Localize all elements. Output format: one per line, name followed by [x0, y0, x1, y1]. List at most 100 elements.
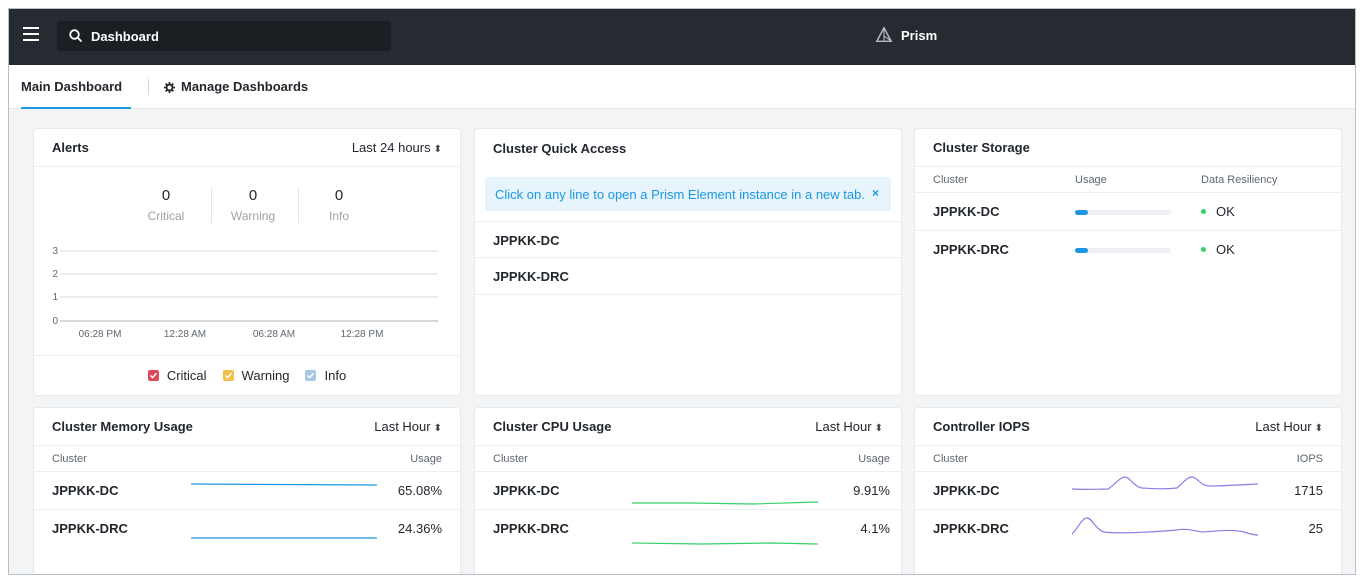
memory-header: Cluster Memory Usage Last Hour ⬍ [34, 408, 460, 446]
y-tick-label: 3 [52, 246, 58, 257]
storage-widget: Cluster Storage Cluster Usage Data Resil… [915, 129, 1341, 395]
tab-manage-label: Manage Dashboards [181, 79, 309, 94]
app-frame: Prism Main Dashboard Manage Dashboards A… [8, 8, 1356, 575]
resiliency-status: OK [1201, 231, 1235, 269]
iops-widget: Controller IOPS Last Hour ⬍ Cluster IOPS … [915, 408, 1341, 574]
table-row[interactable]: JPPKK-DC OK [915, 193, 1341, 231]
gear-icon [164, 82, 175, 93]
usage-value: 65.08% [397, 483, 442, 498]
cluster-link-row[interactable]: JPPKK-DC [475, 221, 901, 258]
column-header-cluster: Cluster [52, 453, 87, 465]
x-tick-label: 06:28 AM [253, 329, 295, 340]
dashboard-tabs: Main Dashboard Manage Dashboards [9, 65, 1355, 109]
tab-divider [148, 79, 149, 95]
tab-main-dashboard[interactable]: Main Dashboard [21, 65, 131, 109]
quick-access-widget: Cluster Quick Access Click on any line t… [475, 129, 901, 395]
storage-header: Cluster Storage [915, 129, 1341, 167]
tab-manage-dashboards[interactable]: Manage Dashboards [164, 65, 308, 109]
resiliency-status: OK [1201, 193, 1235, 231]
cpu-title: Cluster CPU Usage [493, 419, 612, 434]
sort-arrows-icon: ⬍ [874, 423, 883, 434]
usage-value: 9.91% [853, 483, 890, 498]
y-tick-label: 0 [52, 316, 58, 327]
alerts-widget: Alerts Last 24 hours ⬍ 0 Critical 0 Warni… [34, 129, 460, 395]
table-row[interactable]: JPPKK-DC 1715 [915, 472, 1341, 510]
alerts-range-label: Last 24 hours [351, 140, 431, 155]
cpu-header: Cluster CPU Usage Last Hour ⬍ [475, 408, 901, 446]
x-tick-label: 12:28 AM [164, 329, 206, 340]
top-bar: Prism [9, 9, 1355, 65]
usage-value: 24.36% [397, 521, 442, 536]
cpu-range-select[interactable]: Last Hour ⬍ [815, 419, 883, 434]
legend-critical[interactable]: Critical [147, 368, 207, 383]
cpu-widget: Cluster CPU Usage Last Hour ⬍ Cluster Usa… [475, 408, 901, 574]
cluster-name: JPPKK-DC [52, 483, 119, 498]
warning-count[interactable]: 0 Warning [213, 187, 293, 223]
iops-sparkline [1072, 517, 1258, 536]
sparkline-line [191, 483, 377, 486]
resiliency-status-label: OK [1216, 204, 1235, 219]
iops-value: 1715 [1294, 483, 1323, 498]
column-header-cluster: Cluster [493, 453, 528, 465]
iops-title: Controller IOPS [933, 419, 1030, 434]
y-tick-label: 1 [52, 292, 58, 303]
info-count-value: 0 [334, 187, 344, 204]
table-row[interactable]: JPPKK-DRC 24.36% [34, 510, 460, 548]
menu-icon[interactable] [23, 27, 39, 41]
usage-value: 4.1% [860, 521, 890, 536]
iops-table-header: Cluster IOPS [915, 446, 1341, 472]
cluster-name: JPPKK-DRC [933, 521, 1009, 536]
info-count-label: Info [328, 209, 349, 223]
sort-arrows-icon: ⬍ [433, 423, 442, 434]
resiliency-status-label: OK [1216, 242, 1235, 257]
table-row[interactable]: JPPKK-DRC OK [915, 231, 1341, 269]
x-tick-label: 12:28 PM [341, 329, 384, 340]
column-header-iops: IOPS [1296, 453, 1323, 465]
info-banner-text: Click on any line to open a Prism Elemen… [495, 186, 865, 202]
table-row[interactable]: JPPKK-DRC 4.1% [475, 510, 901, 548]
cluster-name: JPPKK-DRC [493, 521, 569, 536]
warning-count-value: 0 [248, 187, 258, 204]
search-box[interactable] [57, 21, 391, 51]
alerts-header: Alerts Last 24 hours ⬍ [34, 129, 460, 167]
memory-sparkline [191, 483, 377, 486]
memory-table-header: Cluster Usage [34, 446, 460, 472]
iops-range-label: Last Hour [1255, 419, 1312, 434]
table-row[interactable]: JPPKK-DC 9.91% [475, 472, 901, 510]
storage-table-header: Cluster Usage Data Resiliency [915, 167, 1341, 193]
brand-name: Prism [901, 27, 938, 43]
cluster-name: JPPKK-DRC [933, 242, 1009, 257]
x-tick-label: 06:28 PM [79, 329, 122, 340]
alerts-range-select[interactable]: Last 24 hours ⬍ [352, 140, 442, 155]
close-icon[interactable]: × [872, 186, 879, 200]
critical-count-label: Critical [147, 209, 185, 223]
quick-access-title: Cluster Quick Access [493, 140, 627, 156]
memory-sparkline [191, 537, 377, 539]
brand[interactable]: Prism [875, 26, 937, 44]
alerts-chart: 3 2 1 0 06:28 PM 12:28 AM 06:28 AM 12:28… [52, 246, 438, 340]
sparkline-line [1072, 517, 1258, 536]
alert-counts: 0 Critical 0 Warning 0 Info [34, 167, 460, 227]
legend-info[interactable]: Info [305, 368, 346, 383]
memory-title: Cluster Memory Usage [52, 419, 193, 434]
usage-bar [1075, 210, 1171, 215]
critical-count[interactable]: 0 Critical [126, 187, 206, 223]
column-header-usage: Usage [858, 453, 890, 465]
iops-range-select[interactable]: Last Hour ⬍ [1255, 419, 1323, 434]
cpu-table-header: Cluster Usage [475, 446, 901, 472]
cpu-range-label: Last Hour [815, 419, 872, 434]
search-input[interactable] [91, 28, 381, 44]
cluster-name: JPPKK-DC [933, 204, 1000, 219]
legend-warning[interactable]: Warning [222, 368, 289, 383]
info-count[interactable]: 0 Info [299, 187, 379, 223]
usage-bar-fill [1075, 210, 1089, 215]
legend-critical-label: Critical [166, 368, 207, 383]
cluster-link-row[interactable]: JPPKK-DRC [475, 258, 901, 295]
table-row[interactable]: JPPKK-DRC 25 [915, 510, 1341, 548]
memory-range-select[interactable]: Last Hour ⬍ [374, 419, 442, 434]
count-divider [211, 187, 212, 223]
memory-range-label: Last Hour [374, 419, 431, 434]
checkbox-icon [305, 370, 317, 381]
sort-arrows-icon: ⬍ [433, 144, 442, 155]
table-row[interactable]: JPPKK-DC 65.08% [34, 472, 460, 510]
